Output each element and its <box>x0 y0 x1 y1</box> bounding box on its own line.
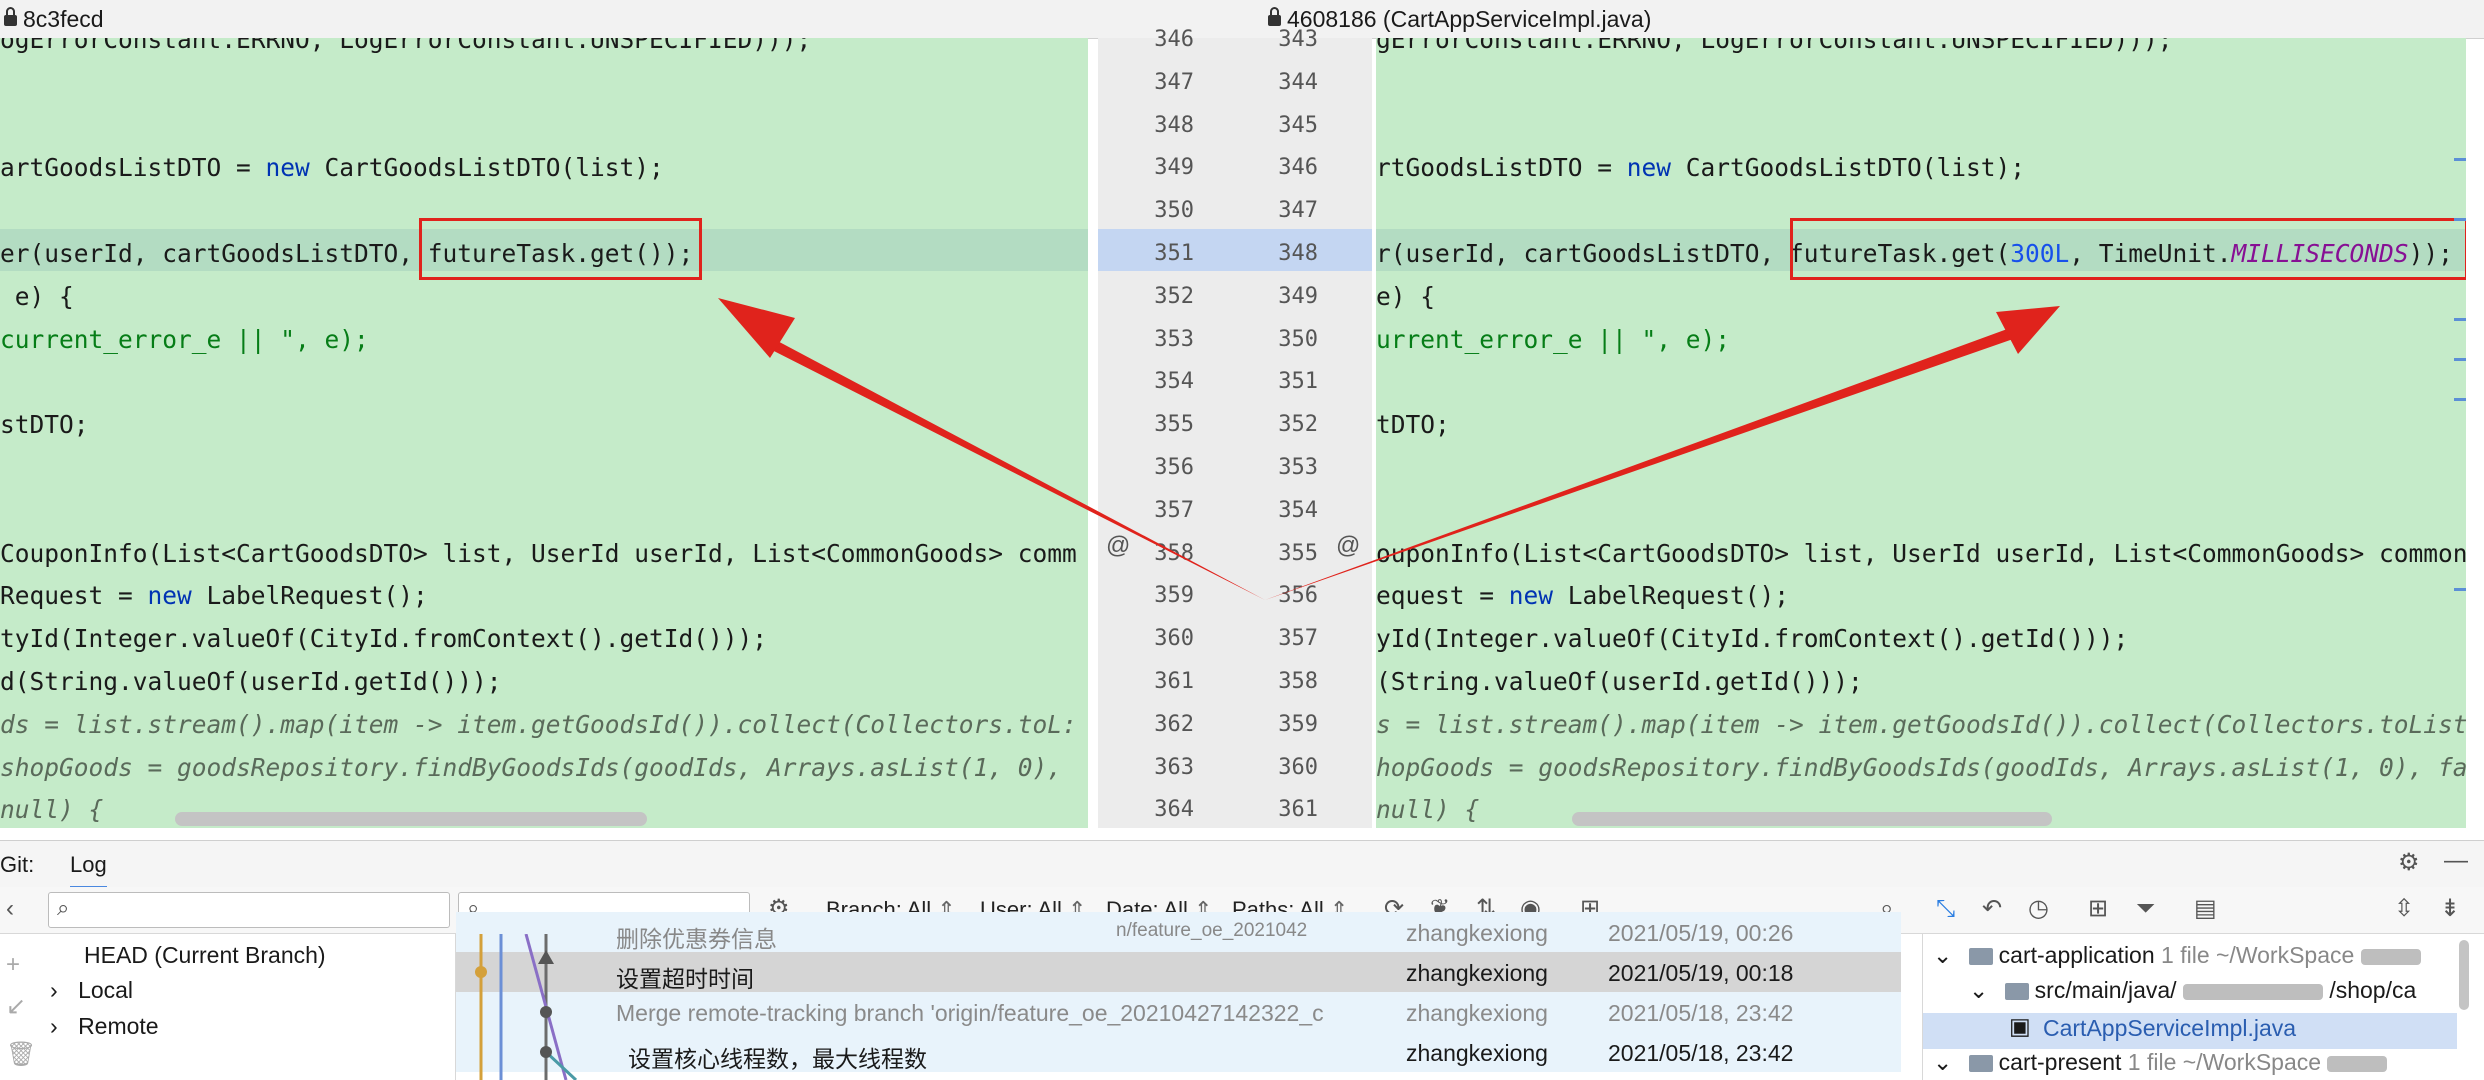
commit-author: zhangkexiong <box>1406 1000 1548 1026</box>
files-scrollbar[interactable] <box>2459 940 2469 1010</box>
tree-item-local-label: Local <box>78 977 134 1003</box>
commit-row-selected[interactable]: 设置超时时间 zhangkexiong 2021/05/19, 00:18 <box>456 952 1901 992</box>
git-label: Git: <box>0 852 35 877</box>
gear-icon[interactable]: ⚙ <box>2398 848 2420 878</box>
delete-icon[interactable]: 🗑 <box>6 1040 36 1070</box>
expand-all-icon[interactable]: ⇳ <box>2394 894 2414 924</box>
commit-row[interactable]: 删除优惠券信息 n/feature_oe_2021042 zhangkexion… <box>456 912 1901 952</box>
tree-item-path[interactable]: ⌄ src/main/java/ /shop/ca <box>1969 977 2416 1004</box>
folder-icon <box>1968 1055 1993 1073</box>
arrow-right-head <box>1996 306 2060 354</box>
layout-icon[interactable]: ▤ <box>2194 894 2217 924</box>
chevron-right-icon: › <box>50 977 58 1003</box>
chevron-left-icon[interactable]: ‹ <box>6 894 14 924</box>
path-name: src/main/java/ <box>2034 977 2177 1003</box>
tree-item-local[interactable]: › Local <box>50 977 133 1004</box>
module-name: cart-application <box>1998 942 2155 968</box>
chevron-right-icon: › <box>50 1013 58 1039</box>
tree-item-head[interactable]: HEAD (Current Branch) <box>84 942 326 969</box>
chevron-down-icon: ⌄ <box>1933 1049 1953 1075</box>
module-name: cart-present <box>1998 1049 2122 1075</box>
tree-item-remote-label: Remote <box>78 1013 159 1039</box>
commit-message: 设置核心线程数，最大线程数 <box>628 1046 927 1072</box>
commit-branch-tag: n/feature_oe_2021042 <box>1116 920 1308 941</box>
collapse-all-icon[interactable]: ⇟ <box>2440 894 2460 924</box>
commit-author: zhangkexiong <box>1406 920 1548 946</box>
arrow-right-shaft <box>1265 328 2016 600</box>
changed-files-tree: ⌄ cart-application 1 file ~/WorkSpace ⌄ … <box>1922 934 2473 1080</box>
java-file-icon: ▣ <box>2009 1013 2031 1039</box>
path-tail: /shop/ca <box>2329 977 2417 1003</box>
diff-arrows-icon[interactable]: ⤡ <box>1936 894 1955 924</box>
folder-icon <box>1968 948 1993 966</box>
filter-icon[interactable]: ⏷ <box>2136 894 2155 924</box>
file-name: CartAppServiceImpl.java <box>2043 1015 2297 1041</box>
redacted-text <box>2182 983 2323 1000</box>
tree-item-module[interactable]: ⌄ cart-application 1 file ~/WorkSpace <box>1933 942 2421 969</box>
commit-message: 设置超时时间 <box>616 966 754 992</box>
minimize-icon[interactable]: — <box>2444 846 2468 876</box>
redacted-text <box>2327 1055 2388 1072</box>
commit-row[interactable]: Merge remote-tracking branch 'origin/fea… <box>456 992 1901 1032</box>
commit-log-list: 删除优惠券信息 n/feature_oe_2021042 zhangkexion… <box>455 912 1901 1080</box>
redacted-text <box>2360 948 2421 965</box>
arrow-left-shaft <box>764 337 1265 600</box>
git-tool-window-header: Git: Log ⚙ — <box>0 840 2484 889</box>
module-info: 1 file ~/WorkSpace <box>2161 942 2355 968</box>
add-icon[interactable]: + <box>6 950 20 980</box>
tab-log[interactable]: Log <box>70 852 107 889</box>
tree-item-file-row[interactable]: ▣ CartAppServiceImpl.java <box>1923 1013 2457 1049</box>
chevron-down-icon: ⌄ <box>1933 942 1953 968</box>
module-info: 1 file ~/WorkSpace <box>2127 1049 2322 1075</box>
folder-icon <box>2004 983 2029 1001</box>
history-icon[interactable]: ◷ <box>2028 894 2049 924</box>
group-by-icon[interactable]: ⊞ <box>2088 894 2108 924</box>
tree-item-remote[interactable]: › Remote <box>50 1013 159 1040</box>
branches-tree: HEAD (Current Branch) › Local › Remote <box>40 934 450 1080</box>
search-icon: ⌕ <box>57 895 70 920</box>
arrow-icon[interactable]: ↙ <box>6 992 26 1022</box>
commit-message: Merge remote-tracking branch 'origin/fea… <box>616 1000 1324 1026</box>
commit-date: 2021/05/19, 00:26 <box>1608 920 1794 946</box>
commit-row[interactable]: 设置核心线程数，最大线程数 zhangkexiong 2021/05/18, 2… <box>456 1032 1901 1072</box>
commit-date: 2021/05/18, 23:42 <box>1608 1040 1794 1066</box>
tree-item-module[interactable]: ⌄ cart-present 1 file ~/WorkSpace <box>1933 1049 2388 1076</box>
commit-date: 2021/05/19, 00:18 <box>1608 960 1794 986</box>
branch-search-input[interactable]: ⌕ <box>48 892 450 928</box>
chevron-down-icon: ⌄ <box>1969 977 1989 1003</box>
commit-message: 删除优惠券信息 <box>616 926 777 952</box>
commit-author: zhangkexiong <box>1406 1040 1548 1066</box>
commit-graph <box>475 934 578 1080</box>
commit-date: 2021/05/18, 23:42 <box>1608 1000 1794 1026</box>
commit-author: zhangkexiong <box>1406 960 1548 986</box>
revert-icon[interactable]: ↶ <box>1982 894 2002 924</box>
